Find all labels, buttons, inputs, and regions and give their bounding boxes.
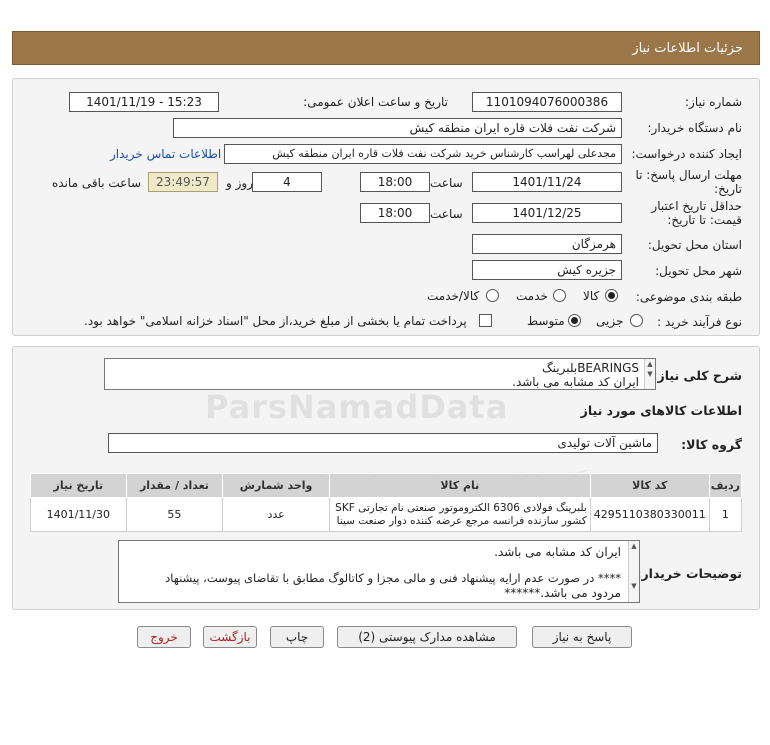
requester-field[interactable]: مجدعلی لهراسب کارشناس خرید شرکت نفت فلات… — [224, 144, 622, 164]
summary-box[interactable]: ▲ ▼ BEARINGSبلبرینگ ایران کد مشابه می باش… — [104, 358, 656, 390]
col-date: تاریخ نیاز — [30, 473, 127, 498]
category-option-service: خدمت — [516, 289, 548, 303]
category-radio-goods-service[interactable] — [486, 289, 499, 302]
city-field[interactable]: جزیره کیش — [472, 260, 622, 280]
summary-line-1: BEARINGSبلبرینگ — [541, 361, 639, 375]
category-radio-goods[interactable] — [605, 289, 618, 302]
cell-unit: عدد — [222, 497, 330, 532]
goods-group-label: گروه کالا: — [681, 437, 742, 452]
cell-row: 1 — [708, 497, 743, 532]
col-unit: واحد شمارش — [222, 473, 330, 498]
print-button[interactable]: چاپ — [270, 626, 324, 648]
page-header: جزئیات اطلاعات نیاز — [12, 31, 760, 65]
validity-label-2: قیمت: تا تاریخ: — [667, 213, 742, 227]
buyer-notes-line-3: مردود می باشد.****** — [504, 586, 621, 600]
buyer-notes-scrollbar[interactable]: ▲ ▼ — [628, 541, 639, 602]
cell-date: 1401/11/30 — [30, 497, 127, 532]
announce-date-label: تاریخ و ساعت اعلان عمومی: — [303, 95, 448, 109]
process-radio-medium[interactable] — [568, 314, 581, 327]
page-title: جزئیات اطلاعات نیاز — [632, 41, 743, 56]
cell-name: بلبرینگ فولادی 6306 الکتروموتور صنعتی نا… — [328, 497, 591, 532]
view-attachments-button[interactable]: مشاهده مدارک پیوستی (2) — [337, 626, 517, 648]
province-field[interactable]: هرمزگان — [472, 234, 622, 254]
buyer-org-field[interactable]: شرکت نفت فلات قاره ایران منطقه کیش — [173, 118, 622, 138]
process-radio-minor[interactable] — [630, 314, 643, 327]
category-option-goods-service: کالا/خدمت — [427, 289, 480, 303]
table-row[interactable]: 1 4295110380330011 بلبرینگ فولادی 6306 ا… — [30, 497, 743, 532]
summary-line-2: ایران کد مشابه می باشد. — [512, 375, 639, 389]
col-row: ردیف — [708, 473, 743, 498]
days-label: روز و — [226, 176, 253, 190]
deadline-label: مهلت ارسال پاسخ: تا — [635, 168, 742, 182]
col-name: نام کالا — [328, 473, 591, 498]
cell-name-line-2: کشور سازنده فرانسه مرجع عرضه کننده دوار … — [336, 514, 587, 527]
validity-date-field[interactable]: 1401/12/25 — [472, 203, 622, 223]
summary-scrollbar[interactable]: ▲ ▼ — [644, 359, 655, 389]
cell-qty: 55 — [125, 497, 224, 532]
treasury-payment-checkbox[interactable] — [479, 314, 492, 327]
validity-time-field[interactable]: 18:00 — [360, 203, 430, 223]
col-qty: تعداد / مقدار — [125, 473, 224, 498]
province-label: استان محل تحویل: — [647, 238, 742, 252]
category-radio-service[interactable] — [553, 289, 566, 302]
buyer-notes-label: توضیحات خریدار: — [636, 566, 742, 581]
deadline-date-field[interactable]: 1401/11/24 — [472, 172, 622, 192]
back-button[interactable]: بازگشت — [203, 626, 257, 648]
treasury-payment-note: پرداخت تمام یا بخشی از مبلغ خرید،از محل … — [84, 314, 467, 328]
validity-label: حداقل تاریخ اعتبار — [651, 199, 742, 213]
buyer-notes-line-2: **** در صورت عدم ارایه پیشنهاد فنی و مال… — [165, 571, 621, 585]
process-type-label: نوع فرآیند خرید : — [657, 315, 742, 329]
remaining-time-field: 23:49:57 — [148, 172, 218, 192]
deadline-label-2: تاریخ: — [714, 182, 742, 196]
requester-label: ایجاد کننده درخواست: — [631, 147, 742, 161]
category-label: طبقه بندی موضوعی: — [635, 290, 742, 304]
buyer-org-label: نام دستگاه خریدار: — [647, 121, 743, 135]
deadline-time-label: ساعت — [430, 176, 463, 190]
cell-name-line-1: بلبرینگ فولادی 6306 الکتروموتور صنعتی نا… — [335, 501, 587, 514]
category-option-goods: کالا — [583, 289, 600, 303]
goods-section-title: اطلاعات کالاهای مورد نیاز — [580, 403, 742, 418]
deadline-time-field[interactable]: 18:00 — [360, 172, 430, 192]
validity-time-label: ساعت — [430, 207, 463, 221]
need-number-field[interactable]: 1101094076000386 — [472, 92, 622, 112]
process-option-medium: متوسط — [527, 314, 565, 328]
announce-date-field[interactable]: 1401/11/19 - 15:23 — [69, 92, 219, 112]
reply-button[interactable]: پاسخ به نیاز — [532, 626, 632, 648]
cell-code: 4295110380330011 — [589, 497, 710, 532]
buyer-notes-line-1: ایران کد مشابه می باشد. — [494, 545, 621, 559]
goods-table: ردیف کد کالا نام کالا واحد شمارش تعداد /… — [30, 473, 743, 532]
remaining-time-label: ساعت باقی مانده — [52, 176, 142, 190]
buyer-contact-link[interactable]: اطلاعات تماس خریدار — [110, 147, 221, 161]
exit-button[interactable]: خروج — [137, 626, 191, 648]
goods-group-field[interactable]: ماشین آلات تولیدی — [108, 433, 658, 453]
need-number-label: شماره نیاز: — [685, 95, 742, 109]
buyer-notes-box[interactable]: ▲ ▼ ایران کد مشابه می باشد. **** در صورت … — [118, 540, 640, 603]
summary-label: شرح کلی نیاز: — [652, 368, 742, 383]
col-code: کد کالا — [589, 473, 710, 498]
process-option-minor: جزیی — [596, 314, 624, 328]
days-remaining-field[interactable]: 4 — [252, 172, 322, 192]
city-label: شهر محل تحویل: — [655, 264, 742, 278]
